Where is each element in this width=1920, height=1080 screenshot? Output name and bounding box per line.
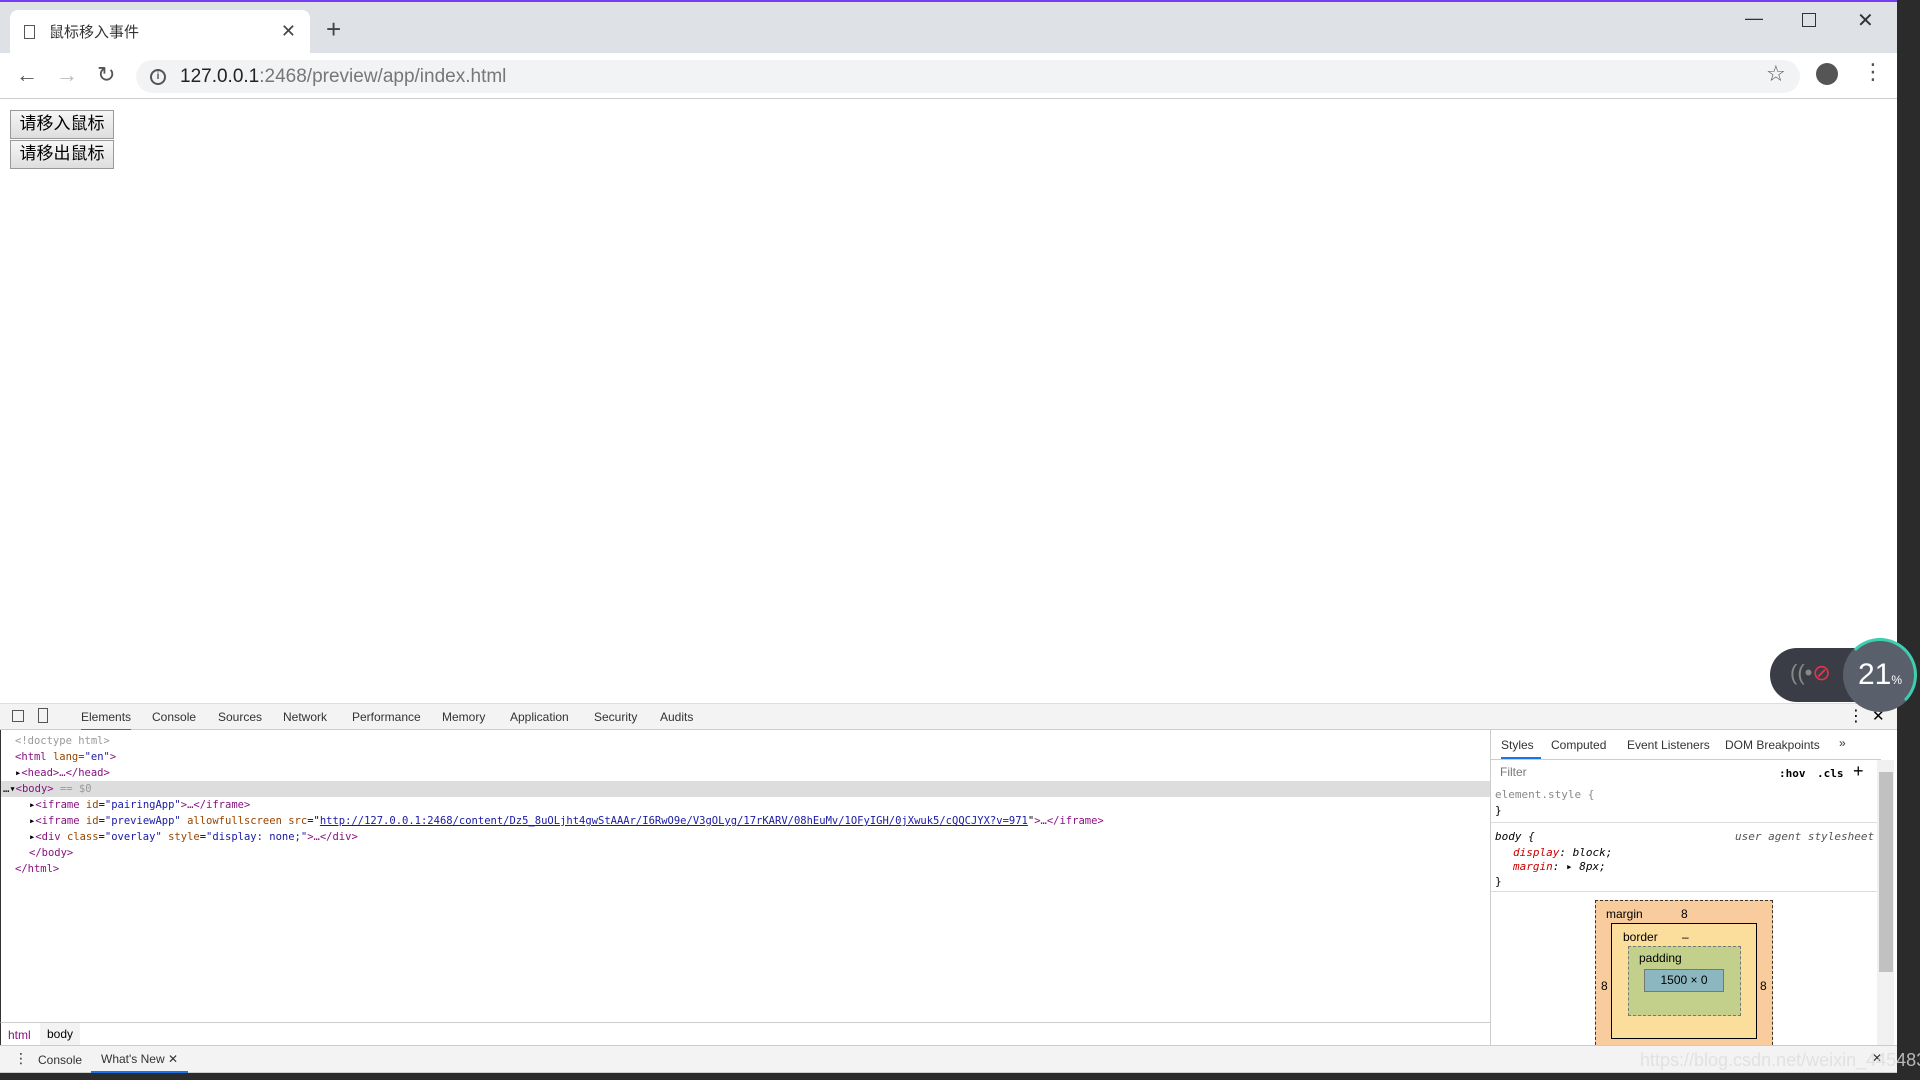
value-display: block; — [1572, 846, 1613, 859]
dom-node-body[interactable]: …▾<body> == $0 — [3, 781, 92, 797]
divider — [1491, 891, 1877, 892]
tab-computed[interactable]: Computed — [1551, 738, 1606, 752]
margin-left-value: 8 — [1601, 979, 1608, 993]
bookmark-star-icon[interactable]: ☆ — [1766, 61, 1786, 87]
drawer-tab-whats-new[interactable]: What's New ✕ — [91, 1046, 189, 1073]
dom-node[interactable]: ▸<iframe id="pairingApp">…</iframe> — [29, 797, 250, 813]
breadcrumb: html body — [0, 1022, 1490, 1045]
selected-row — [1, 781, 1491, 797]
tab-console[interactable]: Console — [152, 704, 196, 731]
value-margin: 8px; — [1579, 860, 1606, 873]
dom-node[interactable]: </html> — [15, 861, 59, 877]
devtools-menu-icon[interactable]: ⋮ — [1848, 706, 1864, 726]
elements-panel: <!doctype html> <html lang="en"> ▸<head>… — [0, 730, 1491, 1022]
margin-right-value: 8 — [1760, 979, 1767, 993]
breadcrumb-html[interactable]: html — [8, 1028, 31, 1042]
tab-event-listeners[interactable]: Event Listeners — [1627, 738, 1710, 752]
menu-icon[interactable]: ⋮ — [1862, 59, 1884, 85]
styles-tabs: Styles Computed Event Listeners DOM Brea… — [1491, 730, 1881, 760]
hov-button[interactable]: :hov — [1779, 767, 1806, 780]
page-icon — [24, 24, 35, 39]
body-rule: body { — [1495, 830, 1535, 843]
wifi-off-icon: ((•⊘ — [1790, 660, 1831, 685]
account-icon[interactable] — [1816, 63, 1838, 85]
mouse-leave-button[interactable]: 请移出鼠标 — [10, 140, 114, 169]
tab-network[interactable]: Network — [283, 704, 327, 731]
url-path: :2468/preview/app/index.html — [259, 65, 507, 87]
side-strip — [1897, 0, 1920, 1080]
styles-scrollbar[interactable] — [1877, 760, 1894, 1045]
watermark: https://blog.csdn.net/weixin_44548360 — [1640, 1050, 1920, 1070]
box-model-margin: margin 8 8 8 border – padding 1500 × 0 — [1595, 900, 1773, 1050]
divider — [1491, 822, 1877, 823]
tab-memory[interactable]: Memory — [442, 704, 485, 731]
margin-top-value: 8 — [1681, 907, 1688, 921]
cls-button[interactable]: .cls — [1817, 767, 1844, 780]
tab-sources[interactable]: Sources — [218, 704, 262, 731]
dom-node[interactable]: </body> — [29, 845, 73, 861]
box-model-border: border – padding 1500 × 0 — [1611, 923, 1757, 1039]
forward-button[interactable]: → — [56, 62, 78, 88]
drawer-tab-console[interactable]: Console — [38, 1053, 82, 1067]
maximize-button[interactable] — [1802, 13, 1816, 27]
tab-audits[interactable]: Audits — [660, 704, 693, 731]
bottom-edge — [0, 1073, 1920, 1080]
dom-node[interactable]: <html lang="en"> — [15, 749, 116, 765]
address-bar[interactable]: i 127.0.0.1:2468/preview/app/index.html — [136, 60, 1800, 93]
drawer-tabs: ⋮ Console What's New ✕ ✕ — [0, 1045, 1897, 1073]
inspect-icon[interactable] — [12, 710, 24, 722]
box-model-content: 1500 × 0 — [1644, 969, 1724, 992]
iframe-src-link[interactable]: http://127.0.0.1:2468/content/Dz5_8uOLjh… — [320, 815, 1028, 827]
gauge-unit: % — [1891, 673, 1903, 687]
dom-node[interactable]: <!doctype html> — [15, 733, 110, 749]
brace: } — [1495, 804, 1502, 817]
element-style-rule: element.style { — [1495, 788, 1595, 801]
tab-dom-breakpoints[interactable]: DOM Breakpoints — [1725, 738, 1820, 752]
scrollbar-thumb[interactable] — [1879, 772, 1893, 972]
dom-node[interactable]: ▸<iframe id="previewApp" allowfullscreen… — [29, 813, 1104, 829]
ua-stylesheet-label: user agent stylesheet — [1735, 830, 1875, 843]
prop-margin: margin — [1513, 860, 1553, 873]
close-drawer-tab-icon[interactable]: ✕ — [168, 1052, 178, 1066]
padding-label: padding — [1639, 951, 1682, 965]
dom-node[interactable]: ▸<div class="overlay" style="display: no… — [29, 829, 358, 845]
new-rule-button[interactable]: + — [1853, 761, 1864, 782]
device-toggle-icon[interactable] — [38, 708, 48, 723]
back-button[interactable]: ← — [16, 62, 38, 88]
browser-tab[interactable]: 鼠标移入事件 ✕ — [10, 10, 310, 53]
tab-application[interactable]: Application — [510, 704, 569, 731]
dash: – — [1682, 930, 1689, 944]
tab-security[interactable]: Security — [594, 704, 637, 731]
minimize-button[interactable]: — — [1745, 8, 1763, 29]
drawer-menu-icon[interactable]: ⋮ — [14, 1050, 28, 1067]
prop-display: display — [1513, 846, 1560, 859]
box-model-padding: padding 1500 × 0 — [1628, 946, 1741, 1016]
close-tab-icon[interactable]: ✕ — [281, 21, 296, 42]
styles-filter-input[interactable]: Filter — [1495, 762, 1767, 782]
border-label: border — [1623, 930, 1658, 944]
drawer-tab-label: What's New — [101, 1052, 165, 1066]
dom-node[interactable]: ▸<head>…</head> — [15, 765, 110, 781]
brace: } — [1495, 875, 1502, 888]
info-icon[interactable]: i — [150, 68, 166, 85]
browser-toolbar: ← → ↻ i 127.0.0.1:2468/preview/app/index… — [0, 53, 1897, 99]
url-host: 127.0.0.1 — [180, 65, 260, 87]
devtools-toolbar: Elements Console Sources Network Perform… — [0, 703, 1897, 731]
tab-styles[interactable]: Styles — [1501, 738, 1541, 759]
tab-title: 鼠标移入事件 — [49, 24, 140, 41]
gauge-value: 21 — [1857, 658, 1892, 691]
mouse-enter-button[interactable]: 请移入鼠标 — [10, 110, 114, 139]
reload-button[interactable]: ↻ — [97, 62, 115, 88]
new-tab-button[interactable]: + — [326, 14, 341, 45]
close-window-button[interactable]: ✕ — [1857, 8, 1874, 33]
styles-pane: Styles Computed Event Listeners DOM Brea… — [1490, 730, 1897, 1050]
margin-label: margin — [1606, 907, 1643, 921]
tab-elements[interactable]: Elements — [81, 704, 132, 731]
breadcrumb-body[interactable]: body — [40, 1023, 81, 1045]
tab-performance[interactable]: Performance — [352, 704, 421, 731]
cpu-gauge: 21% — [1843, 638, 1917, 712]
more-tabs-icon[interactable]: » — [1839, 736, 1846, 750]
